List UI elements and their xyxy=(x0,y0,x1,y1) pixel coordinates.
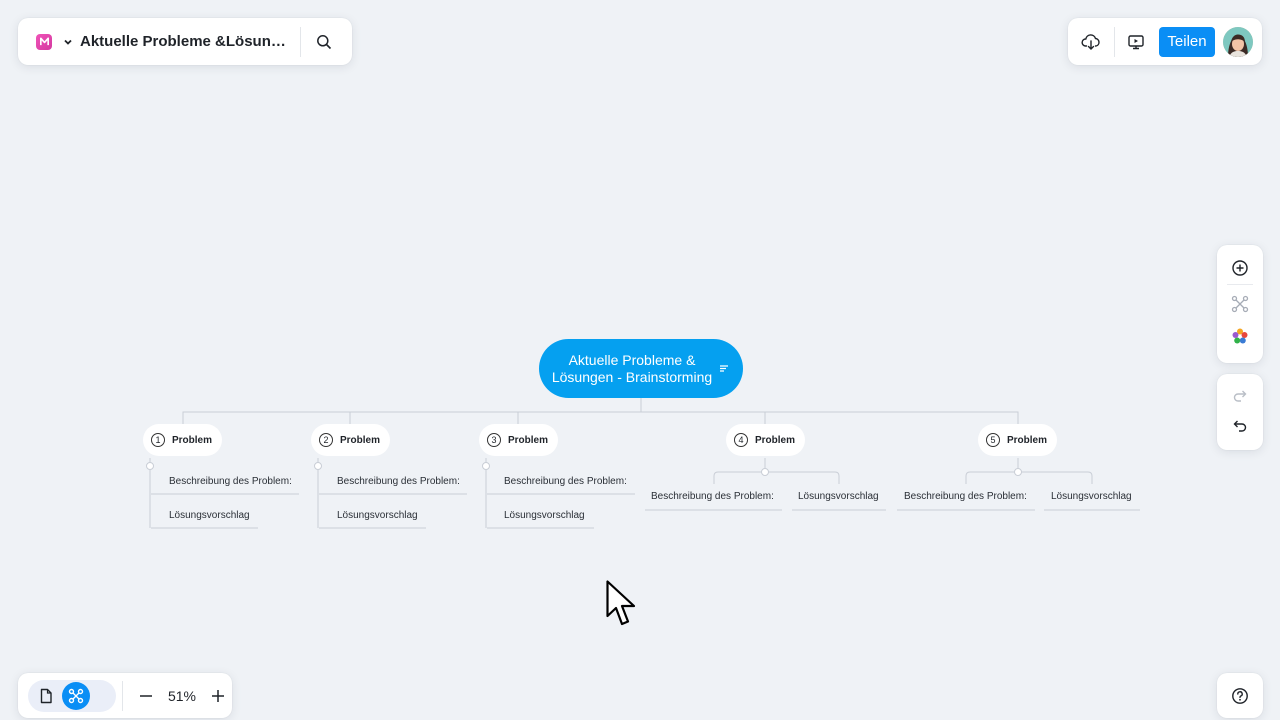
bottom-view-toolbar: 51% xyxy=(18,673,232,718)
right-toolbar-history xyxy=(1217,374,1263,450)
root-topic-node[interactable]: Aktuelle Probleme & Lösungen - Brainstor… xyxy=(539,339,743,398)
document-title[interactable]: Aktuelle Probleme &Lösunge... xyxy=(80,33,288,50)
root-topic-line1: Aktuelle Probleme & xyxy=(568,351,696,368)
help-icon[interactable] xyxy=(1217,673,1263,718)
leaf-description-2[interactable]: Beschreibung des Problem: xyxy=(337,476,460,487)
leaf-solution-5[interactable]: Lösungsvorschlag xyxy=(1051,491,1132,502)
zoom-level[interactable]: 51% xyxy=(159,688,205,704)
root-topic-text: Aktuelle Probleme & Lösungen - Brainstor… xyxy=(552,352,712,386)
leaf-solution-2[interactable]: Lösungsvorschlag xyxy=(337,510,418,521)
number-badge: 1 xyxy=(151,433,165,447)
number-badge: 5 xyxy=(986,433,1000,447)
problem-node-5[interactable]: 5 Problem xyxy=(978,424,1058,456)
title-bar: Aktuelle Probleme &Lösunge... xyxy=(18,18,352,65)
number-badge: 3 xyxy=(487,433,501,447)
root-topic-line2: Lösungen - Brainstorming xyxy=(551,368,713,385)
leaf-description-4[interactable]: Beschreibung des Problem: xyxy=(651,491,774,502)
leaf-description-5[interactable]: Beschreibung des Problem: xyxy=(904,491,1027,502)
add-topic-icon[interactable] xyxy=(1226,254,1254,282)
mindmap-view-icon[interactable] xyxy=(62,681,90,710)
zoom-in-icon[interactable] xyxy=(205,683,231,709)
connector-drops xyxy=(349,412,766,424)
problem-label: Problem xyxy=(1007,434,1048,446)
leaf-solution-4[interactable]: Lösungsvorschlag xyxy=(798,491,879,502)
chevron-down-icon[interactable] xyxy=(62,36,74,48)
mindmap-logo-icon[interactable] xyxy=(36,33,52,50)
cursor-icon xyxy=(606,580,636,626)
problem-node-2[interactable]: 2 Problem xyxy=(311,424,391,456)
right-toolbar-insert xyxy=(1217,245,1263,363)
zoom-out-icon[interactable] xyxy=(133,683,159,709)
divider xyxy=(122,680,123,711)
cloud-download-icon[interactable] xyxy=(1078,29,1104,55)
structure-icon[interactable] xyxy=(1226,290,1254,318)
problem-label: Problem xyxy=(172,434,213,446)
divider xyxy=(300,26,301,57)
connector-p4 xyxy=(645,458,886,511)
notes-icon[interactable] xyxy=(719,363,729,373)
leaf-solution-1[interactable]: Lösungsvorschlag xyxy=(169,510,250,521)
connector-bus xyxy=(182,411,1019,424)
leaf-description-3[interactable]: Beschreibung des Problem: xyxy=(504,476,627,487)
connector-p5 xyxy=(897,458,1140,511)
search-icon[interactable] xyxy=(311,29,337,55)
top-right-toolbar: Teilen xyxy=(1068,18,1262,65)
problem-label: Problem xyxy=(340,434,381,446)
avatar[interactable] xyxy=(1223,26,1253,57)
problem-node-3[interactable]: 3 Problem xyxy=(479,424,559,456)
share-button[interactable]: Teilen xyxy=(1159,26,1215,57)
problem-node-1[interactable]: 1 Problem xyxy=(143,424,223,456)
present-icon[interactable] xyxy=(1123,29,1149,55)
number-badge: 4 xyxy=(734,433,748,447)
divider xyxy=(1227,284,1253,285)
view-toggle xyxy=(28,679,116,712)
theme-palette-icon[interactable] xyxy=(1226,322,1254,350)
number-badge: 2 xyxy=(319,433,333,447)
outline-view-icon[interactable] xyxy=(32,682,60,710)
problem-label: Problem xyxy=(755,434,796,446)
problem-label: Problem xyxy=(508,434,549,446)
divider xyxy=(1114,26,1115,57)
problem-node-4[interactable]: 4 Problem xyxy=(726,424,806,456)
leaf-description-1[interactable]: Beschreibung des Problem: xyxy=(169,476,292,487)
undo-icon[interactable] xyxy=(1226,412,1254,440)
leaf-solution-3[interactable]: Lösungsvorschlag xyxy=(504,510,585,521)
redo-icon[interactable] xyxy=(1226,382,1254,410)
